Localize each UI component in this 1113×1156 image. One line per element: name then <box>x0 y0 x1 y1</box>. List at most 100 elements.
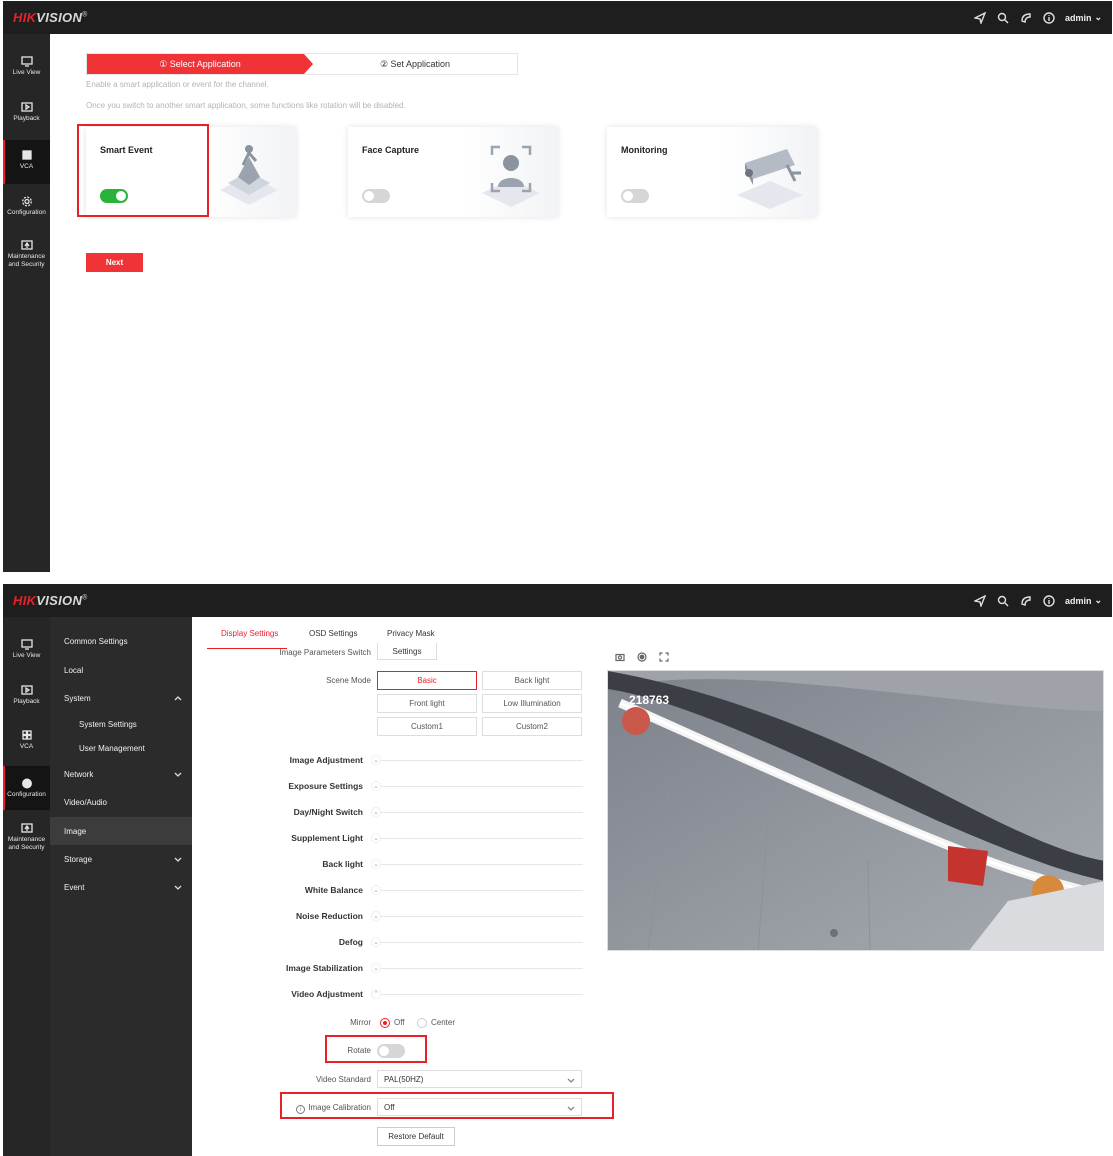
section-day-night-switch[interactable]: Day/Night Switch <box>233 807 363 817</box>
top-bar: HIKVISION® admin ⌄ <box>3 1 1112 34</box>
help-icon[interactable] <box>1019 594 1033 608</box>
face-capture-toggle[interactable] <box>362 189 390 203</box>
section-exposure-settings[interactable]: Exposure Settings <box>233 781 363 791</box>
chevron-down-icon[interactable]: ⌄ <box>371 755 381 765</box>
search-icon[interactable] <box>996 11 1010 25</box>
wizard-steps: ① Select Application ② Set Application <box>86 53 518 75</box>
send-icon[interactable] <box>973 594 987 608</box>
subnav-event[interactable]: Event <box>50 875 192 899</box>
section-divider <box>381 864 583 865</box>
mirror-off-radio[interactable] <box>380 1018 390 1028</box>
nav-playback[interactable]: Playback <box>3 102 50 132</box>
user-menu[interactable]: admin ⌄ <box>1065 595 1102 606</box>
scene-basic-button[interactable]: Basic <box>377 671 477 690</box>
section-back-light[interactable]: Back light <box>233 859 363 869</box>
chevron-down-icon[interactable]: ⌄ <box>371 937 381 947</box>
image-params-label: Image Parameters Switch <box>279 648 371 657</box>
video-standard-value: PAL(50HZ) <box>384 1074 424 1084</box>
scene-custom2-button[interactable]: Custom2 <box>482 717 582 736</box>
nav-maintenance-security[interactable]: Maintenance and Security <box>3 823 50 859</box>
section-divider <box>381 916 583 917</box>
user-menu[interactable]: admin ⌄ <box>1065 12 1102 23</box>
nav-maintenance-security[interactable]: Maintenance and Security <box>3 240 50 276</box>
settings-button[interactable]: Settings <box>377 643 437 660</box>
tab-privacy-mask[interactable]: Privacy Mask <box>387 629 435 638</box>
tab-osd-settings[interactable]: OSD Settings <box>309 629 357 638</box>
record-icon[interactable] <box>637 652 647 662</box>
mirror-center-radio[interactable] <box>417 1018 427 1028</box>
scene-low-illumination-button[interactable]: Low Illumination <box>482 694 582 713</box>
chevron-down-icon[interactable]: ⌄ <box>371 859 381 869</box>
section-defog[interactable]: Defog <box>233 937 363 947</box>
gear-icon <box>21 196 32 207</box>
nav-live-view[interactable]: Live View <box>3 639 50 669</box>
section-white-balance[interactable]: White Balance <box>233 885 363 895</box>
scene-custom1-button[interactable]: Custom1 <box>377 717 477 736</box>
section-divider <box>381 760 583 761</box>
chevron-down-icon <box>174 770 182 778</box>
subnav-system-settings[interactable]: System Settings <box>50 712 192 736</box>
step-select-application[interactable]: ① Select Application <box>87 54 313 74</box>
nav-playback[interactable]: Playback <box>3 685 50 715</box>
subnav-local[interactable]: Local <box>50 658 192 682</box>
section-video-adjustment[interactable]: Video Adjustment <box>233 989 363 999</box>
section-divider <box>381 994 583 995</box>
info-icon[interactable] <box>1042 11 1056 25</box>
chevron-down-icon[interactable]: ⌄ <box>371 807 381 817</box>
subnav-user-management[interactable]: User Management <box>50 736 192 760</box>
nav-vca[interactable]: VCA <box>3 730 50 760</box>
camera-image <box>608 671 1103 950</box>
subnav-common-settings[interactable]: Common Settings <box>50 629 192 653</box>
main-nav: Live View Playback VCA Configuration Mai… <box>3 617 50 1156</box>
chevron-down-icon[interactable]: ⌄ <box>371 911 381 921</box>
help-icon[interactable] <box>1019 11 1033 25</box>
step-set-application[interactable]: ② Set Application <box>313 54 517 74</box>
section-divider <box>381 968 583 969</box>
username: admin <box>1064 595 1092 606</box>
image-configuration-page: HIKVISION® admin ⌄ Live View Playback VCA… <box>3 584 1112 1156</box>
next-button[interactable]: Next <box>86 253 143 272</box>
subnav-system[interactable]: System <box>50 686 192 710</box>
subnav-image[interactable]: Image <box>50 817 192 845</box>
scene-back-light-button[interactable]: Back light <box>482 671 582 690</box>
nav-configuration[interactable]: Configuration <box>3 196 50 226</box>
select-application-page: HIKVISION® admin ⌄ Live View Playback VCA… <box>3 1 1112 572</box>
chevron-down-icon[interactable]: ⌄ <box>371 833 381 843</box>
chevron-down-icon[interactable]: ⌄ <box>371 885 381 895</box>
video-standard-select[interactable]: PAL(50HZ) <box>377 1070 582 1088</box>
restore-default-button[interactable]: Restore Default <box>377 1127 455 1146</box>
card-monitoring[interactable]: Monitoring <box>607 127 817 217</box>
subnav-storage[interactable]: Storage <box>50 847 192 871</box>
vca-icon <box>21 730 32 740</box>
send-icon[interactable] <box>973 11 987 25</box>
section-image-adjustment[interactable]: Image Adjustment <box>233 755 363 765</box>
snapshot-icon[interactable] <box>615 652 625 662</box>
top-bar: HIKVISION® admin ⌄ <box>3 584 1112 617</box>
chevron-down-icon[interactable]: ⌄ <box>371 781 381 791</box>
section-image-stabilization[interactable]: Image Stabilization <box>233 963 363 973</box>
chevron-down-icon[interactable]: ⌄ <box>371 963 381 973</box>
smart-event-icon <box>220 145 278 205</box>
monitoring-toggle[interactable] <box>621 189 649 203</box>
section-divider <box>381 786 583 787</box>
hikvision-logo: HIKVISION® <box>13 593 88 608</box>
face-capture-icon <box>482 145 540 207</box>
card-face-capture[interactable]: Face Capture <box>348 127 558 217</box>
nav-live-view[interactable]: Live View <box>3 56 50 86</box>
live-video-preview[interactable]: 218763 <box>607 670 1104 951</box>
info-icon[interactable] <box>1042 594 1056 608</box>
chevron-up-icon[interactable]: ⌃ <box>371 989 381 999</box>
subnav-video-audio[interactable]: Video/Audio <box>50 790 192 814</box>
section-supplement-light[interactable]: Supplement Light <box>233 833 363 843</box>
mirror-label: Mirror <box>350 1018 371 1027</box>
nav-configuration[interactable]: Configuration <box>3 766 50 810</box>
search-icon[interactable] <box>996 594 1010 608</box>
fullscreen-icon[interactable] <box>659 652 669 662</box>
hint-enable-text: Enable a smart application or event for … <box>86 80 269 89</box>
tab-display-settings[interactable]: Display Settings <box>221 629 278 638</box>
chevron-down-icon <box>174 883 182 891</box>
section-noise-reduction[interactable]: Noise Reduction <box>233 911 363 921</box>
subnav-network[interactable]: Network <box>50 762 192 786</box>
scene-front-light-button[interactable]: Front light <box>377 694 477 713</box>
nav-vca[interactable]: VCA <box>3 140 50 184</box>
